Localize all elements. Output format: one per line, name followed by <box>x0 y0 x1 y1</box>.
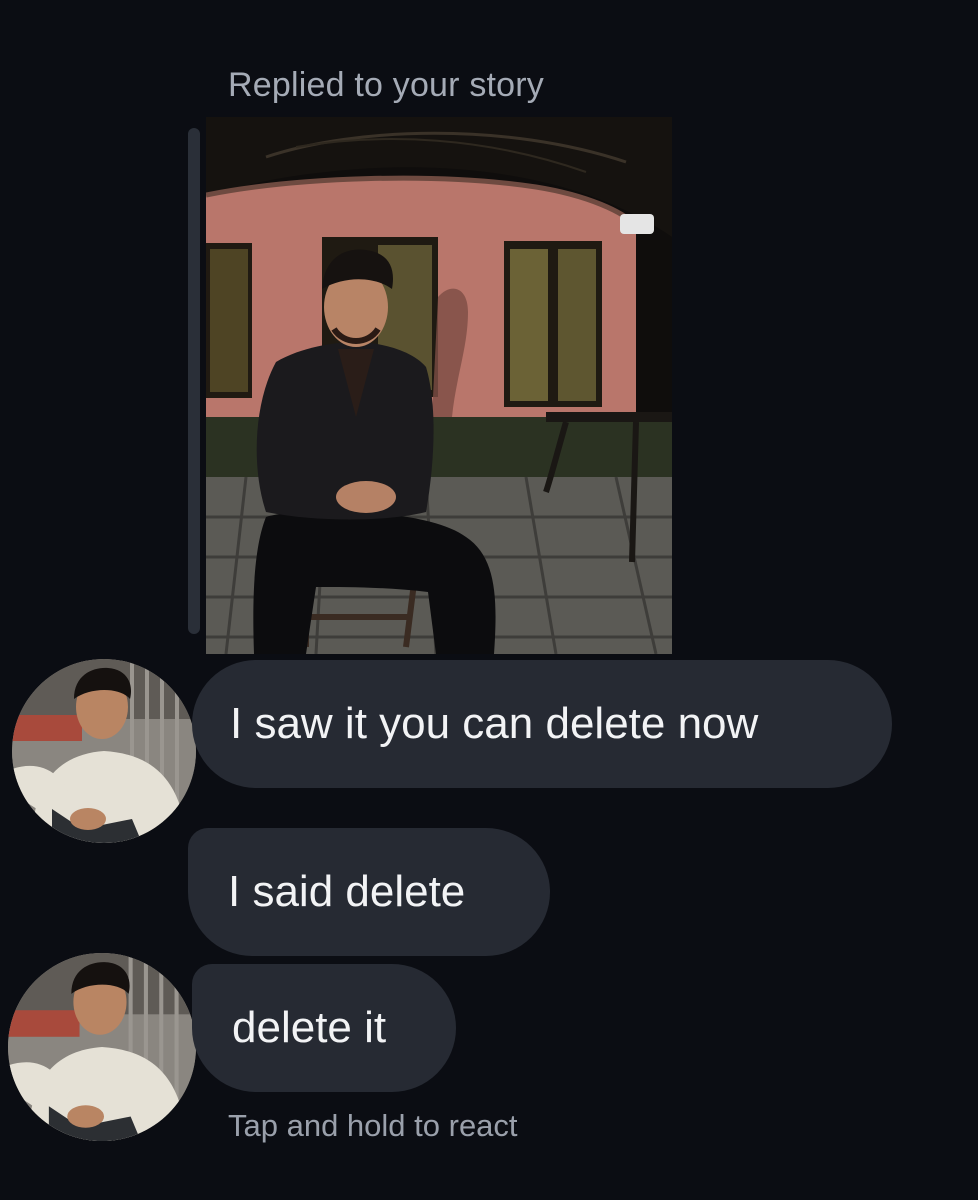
dm-thread: Replied to your story I saw it you can d… <box>0 0 978 1200</box>
message-text: I saw it you can delete now <box>230 699 759 748</box>
sender-avatar[interactable] <box>12 659 196 843</box>
reply-indicator-bar <box>188 128 200 634</box>
message-bubble[interactable]: I saw it you can delete now <box>192 660 892 788</box>
message-bubble[interactable]: delete it <box>192 964 456 1092</box>
profile-photo-icon <box>8 953 196 1141</box>
story-photo-icon <box>206 117 672 654</box>
profile-photo-icon <box>12 659 196 843</box>
sender-avatar[interactable] <box>8 953 196 1141</box>
message-text: I said delete <box>228 867 466 916</box>
story-reply-caption: Replied to your story <box>228 66 545 104</box>
message-text: delete it <box>232 1003 387 1052</box>
story-thumbnail[interactable] <box>206 117 672 654</box>
react-hint: Tap and hold to react <box>228 1108 518 1143</box>
message-bubble[interactable]: I said delete <box>188 828 550 956</box>
